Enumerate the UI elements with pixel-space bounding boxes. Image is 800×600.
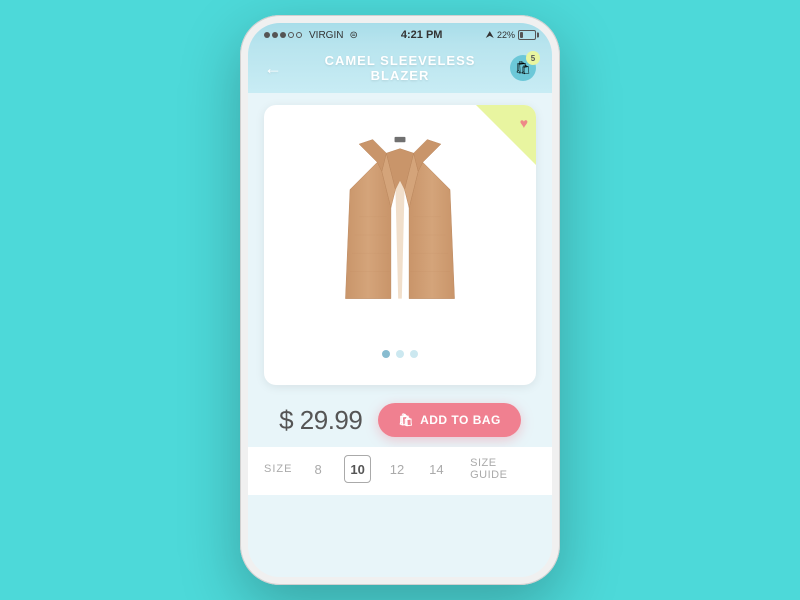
status-bar: VIRGIN ⊜ 4:21 PM ⮝ 22% <box>248 23 552 45</box>
image-dots <box>382 350 418 358</box>
wifi-icon: ⊜ <box>349 30 357 41</box>
battery-icon <box>518 30 536 40</box>
size-option-12[interactable]: 12 <box>383 455 410 483</box>
signal-dot-4 <box>288 32 294 38</box>
main-content: ♥ <box>248 93 552 577</box>
size-row: SIZE 8 10 12 14 SIZE GUIDE <box>248 447 552 495</box>
favorite-button[interactable]: ♥ <box>520 115 528 131</box>
signal-dot-5 <box>296 32 302 38</box>
bag-icon: 🛍 <box>398 413 414 427</box>
image-dot-1[interactable] <box>382 350 390 358</box>
product-price: $ 29.99 <box>279 405 362 436</box>
size-option-14[interactable]: 14 <box>423 455 450 483</box>
signal-dot-3 <box>280 32 286 38</box>
size-option-8[interactable]: 8 <box>304 455 331 483</box>
bluetooth-icon: ⮝ <box>485 30 494 41</box>
signal-dots <box>264 32 302 38</box>
product-card: ♥ <box>264 105 536 385</box>
favorite-corner: ♥ <box>476 105 536 165</box>
status-time: 4:21 PM <box>401 29 443 41</box>
add-to-bag-button[interactable]: 🛍 ADD TO BAG <box>378 403 521 437</box>
favorite-corner-bg <box>476 105 536 165</box>
status-right: ⮝ 22% <box>485 30 536 41</box>
signal-dot-1 <box>264 32 270 38</box>
product-image <box>335 135 465 335</box>
cart-count-badge: 5 <box>526 51 540 65</box>
size-option-10[interactable]: 10 <box>344 455 371 483</box>
image-dot-2[interactable] <box>396 350 404 358</box>
size-label: SIZE <box>264 463 292 475</box>
back-button[interactable]: ← <box>264 58 294 79</box>
battery-fill <box>520 32 523 38</box>
signal-dot-2 <box>272 32 278 38</box>
size-guide-link[interactable]: SIZE GUIDE <box>470 457 536 481</box>
header: ← CAMEL SLEEVELESS BLAZER 🛍 5 <box>248 45 552 93</box>
status-left: VIRGIN ⊜ <box>264 30 358 41</box>
add-to-bag-label: ADD TO BAG <box>420 413 501 427</box>
price-row: $ 29.99 🛍 ADD TO BAG <box>248 393 552 447</box>
phone-screen: VIRGIN ⊜ 4:21 PM ⮝ 22% ← CAMEL SLEEVELES… <box>248 23 552 577</box>
carrier-name: VIRGIN <box>309 30 343 41</box>
page-title: CAMEL SLEEVELESS BLAZER <box>294 53 506 83</box>
battery-percent: 22% <box>497 30 515 40</box>
cart-container: 🛍 5 <box>506 55 536 81</box>
image-dot-3[interactable] <box>410 350 418 358</box>
phone-outer: VIRGIN ⊜ 4:21 PM ⮝ 22% ← CAMEL SLEEVELES… <box>240 15 560 585</box>
